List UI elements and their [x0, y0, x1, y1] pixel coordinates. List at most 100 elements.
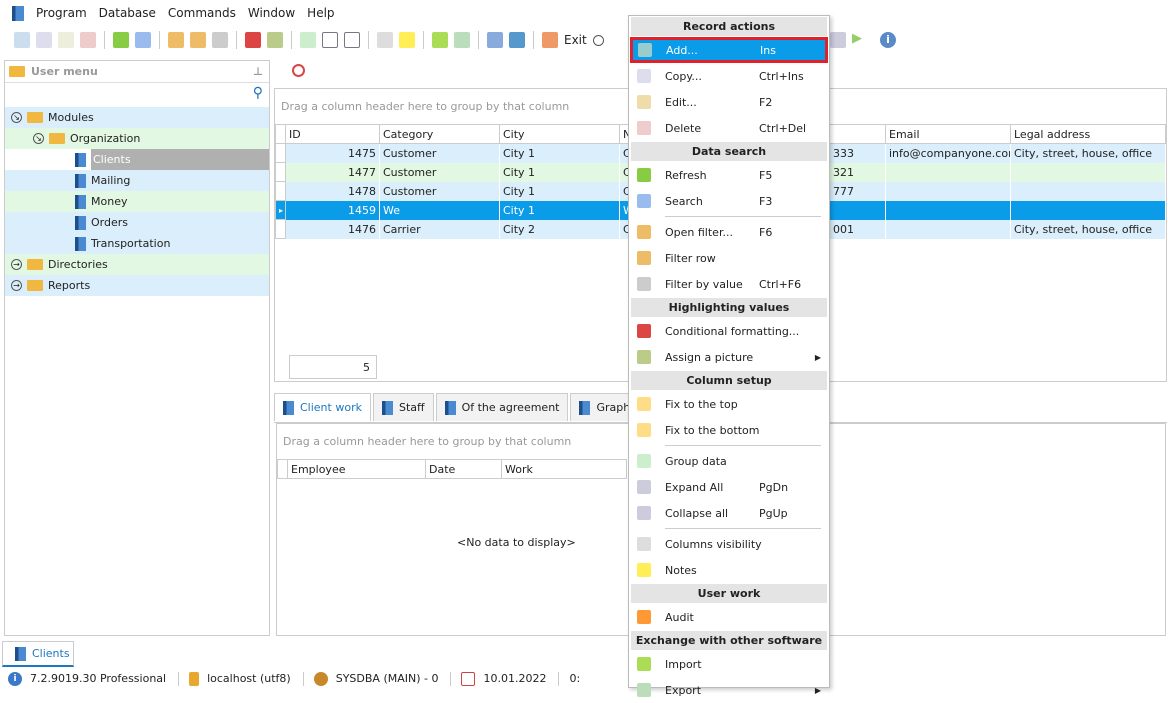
copy-icon[interactable] [36, 32, 52, 48]
tree-item-reports[interactable]: → Reports [5, 275, 269, 296]
export-icon[interactable] [454, 32, 470, 48]
menu-item-audit[interactable]: Audit [629, 604, 829, 630]
exit-button[interactable]: Exit [564, 33, 587, 47]
tree-item-modules[interactable]: ↘ Modules [5, 107, 269, 128]
menu-item-collapse-all[interactable]: Collapse all PgUp [629, 500, 829, 526]
expand-icon[interactable]: → [11, 259, 22, 270]
menu-item-fix-to-the-top[interactable]: Fix to the top [629, 391, 829, 417]
menu-item-group-data[interactable]: Group data [629, 448, 829, 474]
column-header[interactable]: Employee [287, 459, 426, 479]
column-header[interactable]: City [499, 124, 620, 144]
column-header[interactable]: ID [285, 124, 380, 144]
collapse-icon[interactable] [344, 32, 360, 48]
picture-icon[interactable] [267, 32, 283, 48]
tab-staff[interactable]: Staff [372, 393, 434, 421]
expand-icon[interactable]: → [11, 280, 22, 291]
print-icon[interactable] [830, 32, 846, 48]
tab-of-the-agreement[interactable]: Of the agreement [435, 393, 569, 421]
filter-value-icon[interactable] [212, 32, 228, 48]
flag-icon[interactable] [245, 32, 261, 48]
column-header[interactable] [829, 124, 886, 144]
search-icon[interactable] [135, 32, 151, 48]
menu-commands[interactable]: Commands [168, 6, 236, 20]
calendar-icon [461, 671, 476, 686]
notes-icon [637, 563, 651, 577]
menu-item-conditional-formatting[interactable]: Conditional formatting... [629, 318, 829, 344]
edit-icon[interactable] [58, 32, 74, 48]
refresh-icon[interactable] [113, 32, 129, 48]
table-cell: City, street, house, office [1010, 143, 1166, 163]
menu-item-label: Edit... [665, 95, 697, 109]
table-cell [829, 200, 886, 220]
tree-item-mailing[interactable]: Mailing [5, 170, 269, 191]
column-header[interactable]: Email [885, 124, 1011, 144]
column-header[interactable]: Work [501, 459, 627, 479]
table-cell [1010, 162, 1166, 182]
menu-item-assign-a-picture[interactable]: Assign a picture ▶ [629, 344, 829, 370]
filter-row-icon[interactable] [190, 32, 206, 48]
menu-item-add[interactable]: Add... Ins [630, 37, 828, 63]
column-header[interactable]: Legal address [1010, 124, 1166, 144]
refresh-icon[interactable] [292, 64, 305, 77]
menu-window[interactable]: Window [248, 6, 295, 20]
search-icon[interactable]: ⚲ [253, 85, 263, 101]
submenu-arrow-icon: ▶ [814, 685, 821, 695]
menu-item-delete[interactable]: Delete Ctrl+Del [629, 115, 829, 141]
user-icon [313, 671, 328, 686]
fix-bottom-icon [637, 423, 651, 437]
table-cell: 1459 [285, 200, 380, 220]
play-icon[interactable]: ▶ [852, 31, 862, 46]
notes-icon[interactable] [399, 32, 415, 48]
menu-item-notes[interactable]: Notes [629, 557, 829, 583]
menu-item-export[interactable]: Export ▶ [629, 677, 829, 703]
clock-icon[interactable] [592, 34, 604, 46]
menu-item-filter-by-value[interactable]: Filter by value Ctrl+F6 [629, 271, 829, 297]
delete-icon[interactable] [80, 32, 96, 48]
collapse-icon[interactable]: ↘ [33, 133, 44, 144]
menu-separator [665, 528, 821, 529]
info-icon[interactable]: i [880, 32, 896, 48]
tree-item-directories[interactable]: → Directories [5, 254, 269, 275]
menu-item-fix-to-the-bottom[interactable]: Fix to the bottom [629, 417, 829, 443]
menu-item-open-filter[interactable]: Open filter... F6 [629, 219, 829, 245]
tree-item-organization[interactable]: ↘ Organization [5, 128, 269, 149]
pin-icon[interactable]: ⊥ [253, 65, 263, 78]
group-icon[interactable] [300, 32, 316, 48]
add-icon[interactable] [14, 32, 30, 48]
columns-icon[interactable] [377, 32, 393, 48]
import-icon[interactable] [432, 32, 448, 48]
exit-icon[interactable] [542, 32, 558, 48]
close-all-icon[interactable] [509, 32, 525, 48]
menu-item-copy[interactable]: Copy... Ctrl+Ins [629, 63, 829, 89]
menu-item-import[interactable]: Import [629, 651, 829, 677]
menu-item-filter-row[interactable]: Filter row [629, 245, 829, 271]
row-indicator: ▸ [275, 200, 286, 220]
filter-icon[interactable] [168, 32, 184, 48]
expand-icon[interactable] [322, 32, 338, 48]
menu-item-columns-visibility[interactable]: Columns visibility [629, 531, 829, 557]
column-header[interactable]: Date [425, 459, 502, 479]
row-indicator [275, 181, 286, 201]
menu-help[interactable]: Help [307, 6, 334, 20]
column-header[interactable]: Category [379, 124, 500, 144]
menu-item-refresh[interactable]: Refresh F5 [629, 162, 829, 188]
user-text: SYSDBA (MAIN) - 0 [335, 672, 439, 685]
menu-item-shortcut: PgUp [759, 506, 788, 520]
empty-message: <No data to display> [457, 536, 576, 549]
tree-item-clients[interactable]: Clients [5, 149, 269, 170]
menu-program[interactable]: Program [36, 6, 87, 20]
menu-item-expand-all[interactable]: Expand All PgDn [629, 474, 829, 500]
close-window-icon[interactable] [487, 32, 503, 48]
collapse-icon[interactable]: ↘ [11, 112, 22, 123]
tree-item-transportation[interactable]: Transportation [5, 233, 269, 254]
tab-clients[interactable]: Clients [2, 641, 74, 667]
menu-item-search[interactable]: Search F3 [629, 188, 829, 214]
tree-item-money[interactable]: Money [5, 191, 269, 212]
tab-client-work[interactable]: Client work [274, 393, 371, 421]
menu-section-header: Exchange with other software [631, 631, 827, 650]
menu-item-shortcut: Ctrl+Ins [759, 69, 804, 83]
tree-item-orders[interactable]: Orders [5, 212, 269, 233]
folder-icon [27, 112, 43, 123]
menu-item-edit[interactable]: Edit... F2 [629, 89, 829, 115]
menu-database[interactable]: Database [99, 6, 156, 20]
